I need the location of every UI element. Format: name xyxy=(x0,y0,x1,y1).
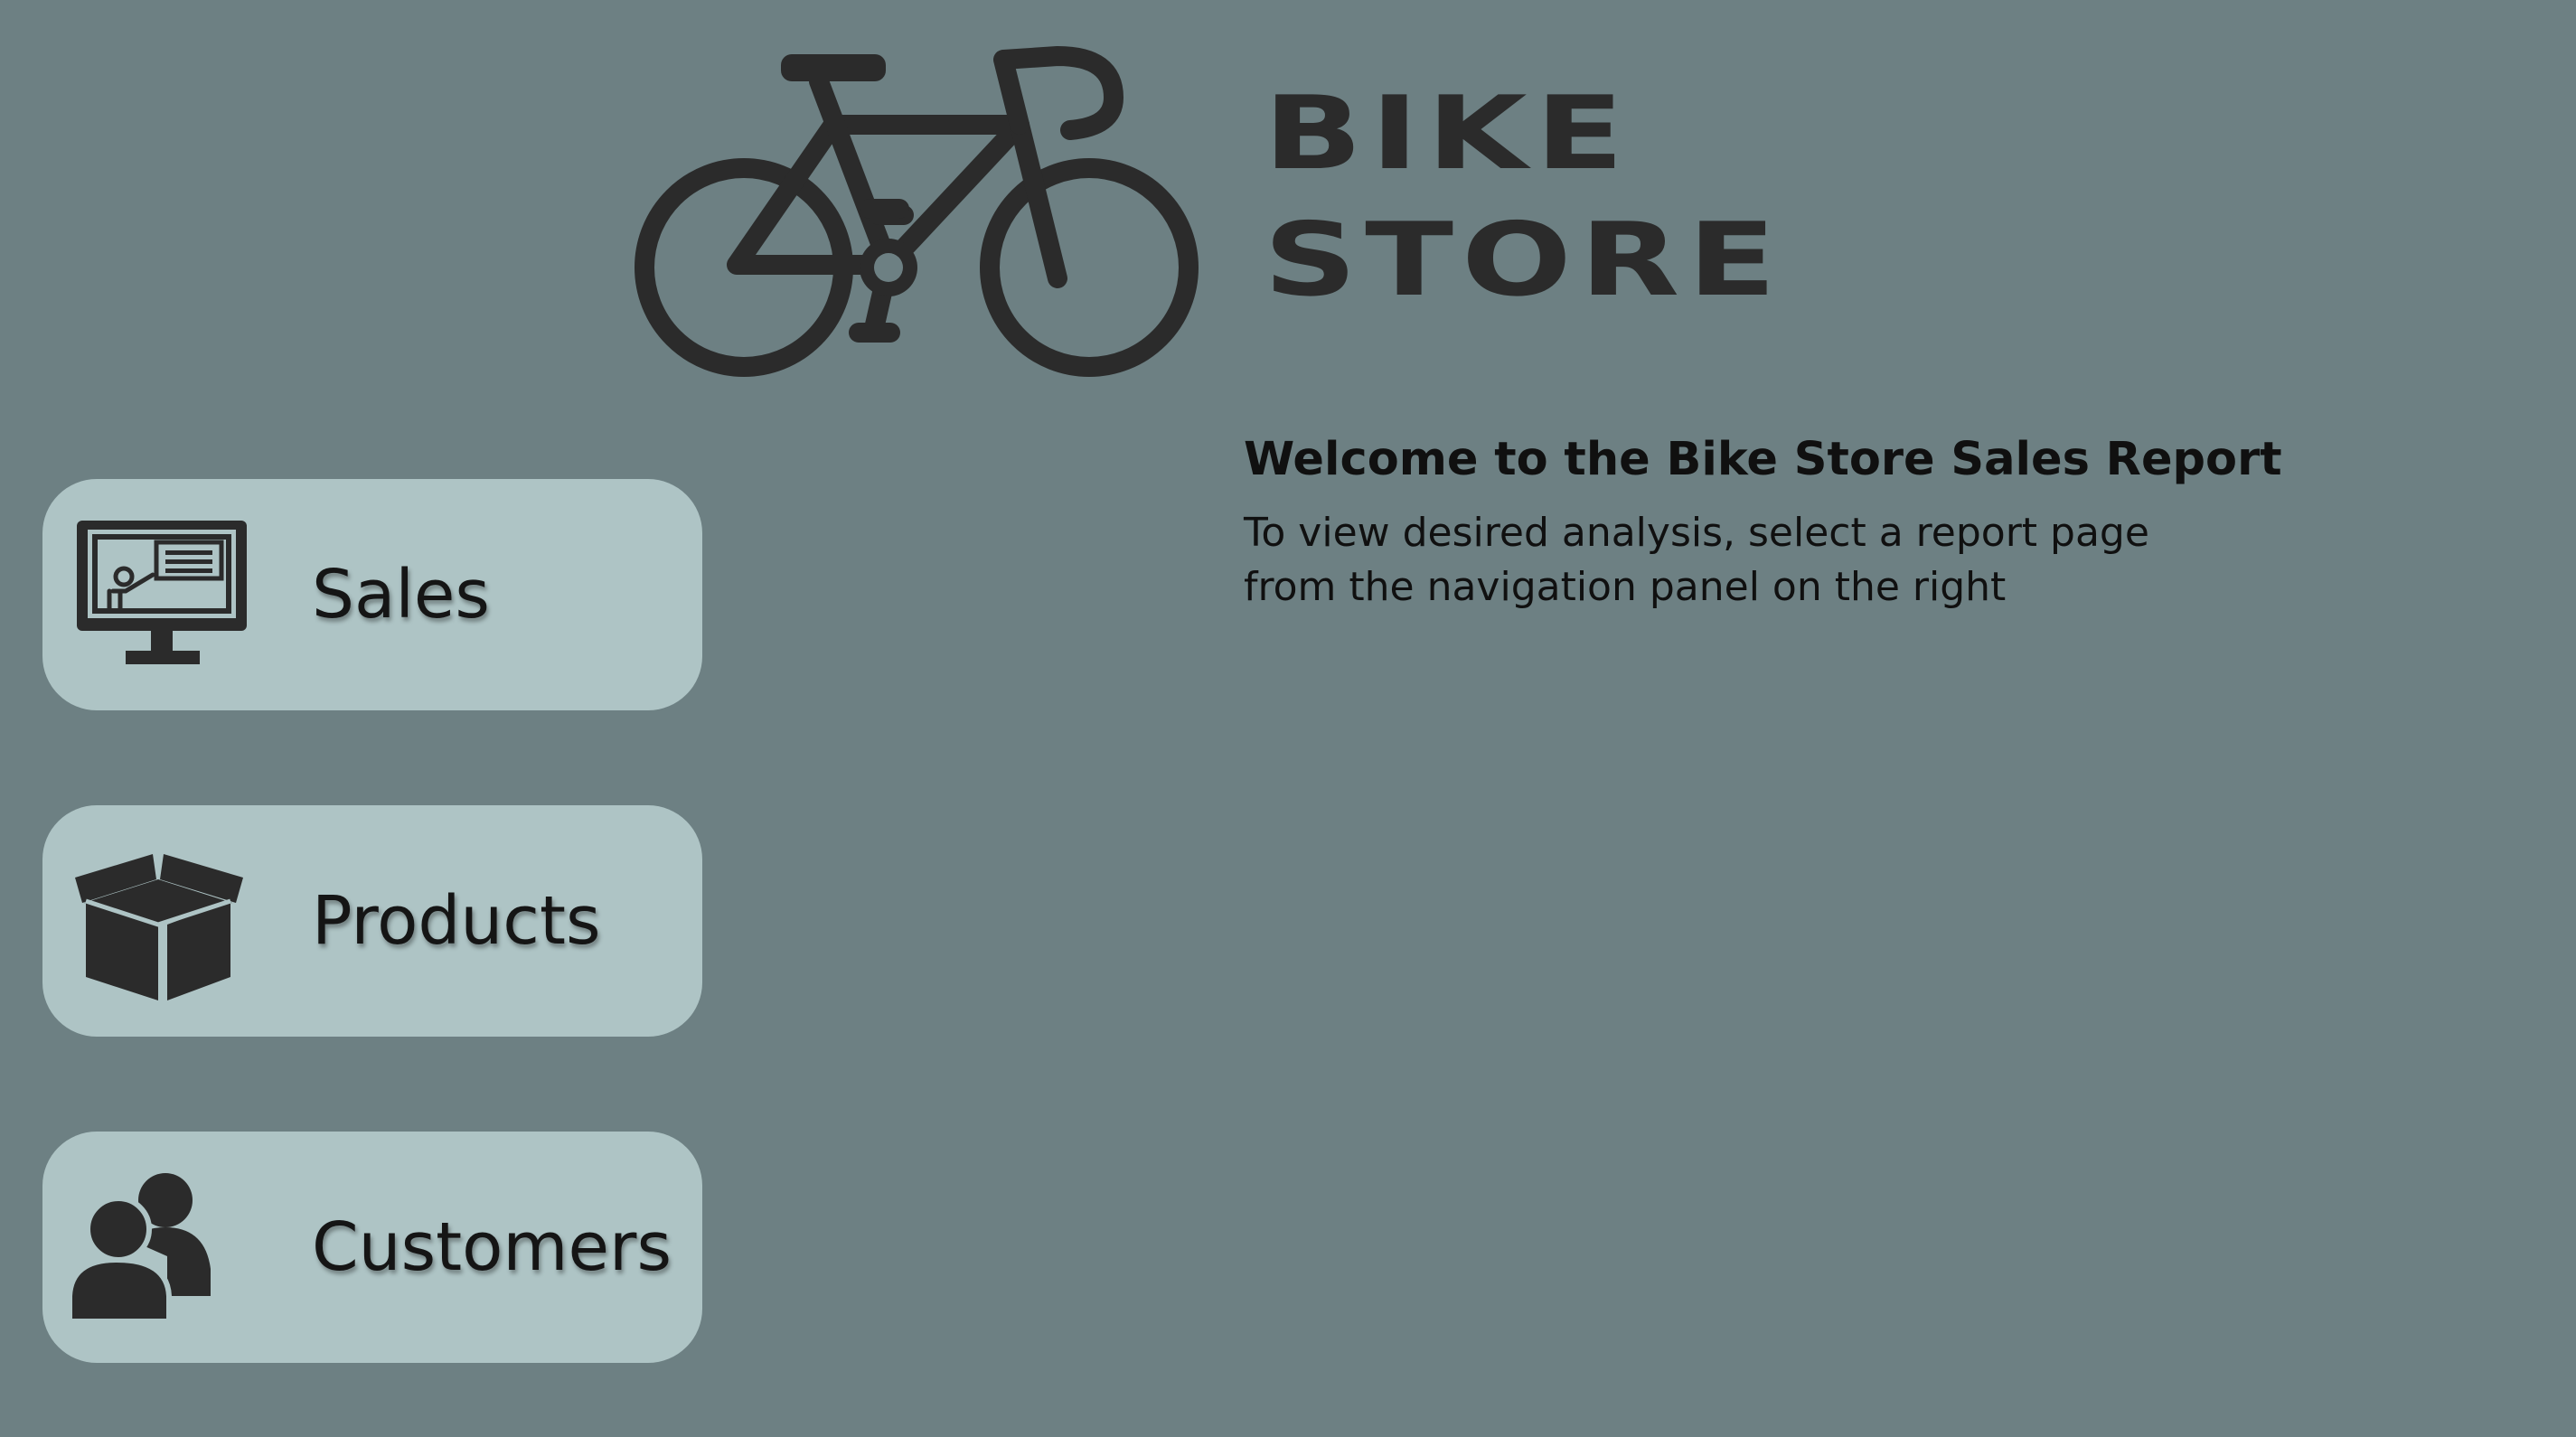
nav-button-products[interactable]: Products xyxy=(42,805,702,1037)
nav-button-customers[interactable]: Customers xyxy=(42,1132,702,1363)
open-box-icon xyxy=(75,854,243,1000)
welcome-title: Welcome to the Bike Store Sales Report xyxy=(1244,433,2282,486)
bicycle-icon xyxy=(635,46,1199,377)
presentation-monitor-icon xyxy=(77,521,247,664)
nav-button-sales[interactable]: Sales xyxy=(42,479,702,710)
welcome-panel: Welcome to the Bike Store Sales Report T… xyxy=(1244,430,2283,615)
users-icon xyxy=(70,1173,211,1324)
logo-line-store: STORE xyxy=(1264,202,1785,319)
logo-line-bike: BIKE xyxy=(1264,75,1632,193)
nav-label-products: Products xyxy=(312,882,601,960)
store-logo-text: BIKE STORE xyxy=(1264,83,1784,336)
nav-label-sales: Sales xyxy=(312,556,490,634)
nav-label-customers: Customers xyxy=(312,1208,672,1286)
welcome-instructions: To view desired analysis, select a repor… xyxy=(1244,510,2149,610)
